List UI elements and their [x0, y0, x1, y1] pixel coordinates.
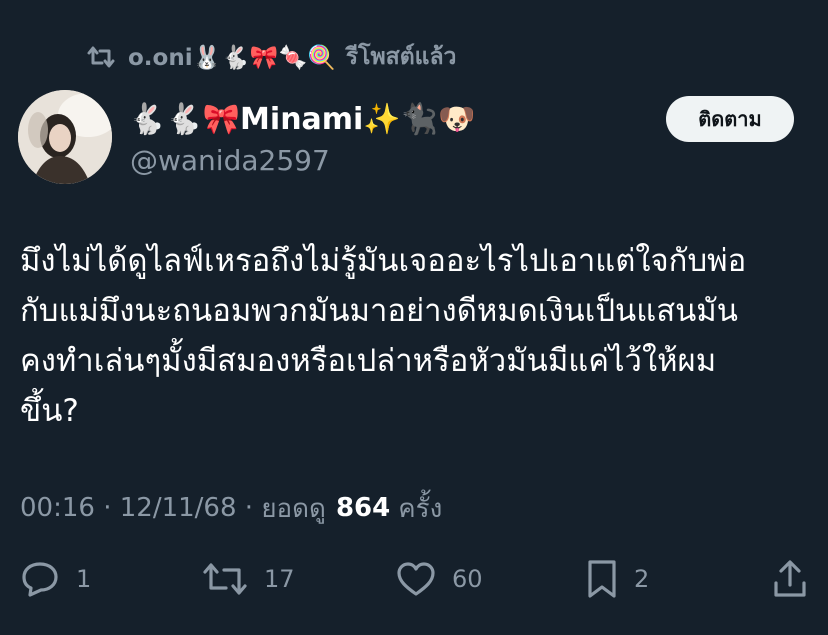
views-label: ยอดดู [261, 493, 326, 524]
meta-separator: · [236, 493, 262, 523]
like-button[interactable]: 60 [396, 556, 483, 602]
meta-separator: · [94, 493, 120, 523]
display-name[interactable]: 🐇🐇🎀Minami✨🐈‍⬛🐶 [128, 98, 475, 140]
tweet-meta: 00:16 · 12/11/68 · ยอดดู 864 ครั้ง [20, 486, 442, 530]
share-button[interactable] [772, 556, 808, 602]
share-icon [774, 560, 806, 597]
user-handle[interactable]: @wanida2597 [130, 144, 330, 177]
avatar[interactable] [18, 90, 112, 184]
reply-button[interactable]: 1 [20, 556, 91, 602]
tweet-line: กับแม่มึงนะถนอมพวกมันมาอย่างดีหมดเงินเป็… [20, 293, 738, 329]
repost-icon [86, 44, 116, 70]
bookmark-icon [588, 560, 616, 598]
reply-icon [22, 562, 58, 597]
bookmark-count: 2 [634, 565, 650, 593]
like-count: 60 [452, 565, 483, 593]
views-unit: ครั้ง [398, 493, 443, 524]
tweet-line: ขึ้น? [20, 393, 79, 429]
follow-button[interactable]: ติดตาม [666, 96, 794, 142]
avatar-photo [18, 90, 112, 184]
repost-label: รีโพสต์แล้ว [345, 44, 457, 70]
tweet-text: มึงไม่ได้ดูไลฟ์เหรอถึงไม่รู้มันเจออะไรไป… [20, 236, 820, 436]
tweet-line: มึงไม่ได้ดูไลฟ์เหรอถึงไม่รู้มันเจออะไรไป… [20, 243, 747, 279]
repost-header[interactable]: o.oni🐰🐇🎀🍬🍭 รีโพสต์แล้ว [86, 40, 456, 74]
tweet-line: คงทำเล่นๆมั้งมีสมองหรือเปล่าหรือหัวมันมี… [20, 343, 717, 379]
action-bar: 1 17 60 2 [0, 556, 828, 602]
repost-user[interactable]: o.oni🐰🐇🎀🍬🍭 [128, 44, 336, 71]
divider [0, 548, 828, 549]
reply-count: 1 [76, 565, 92, 593]
repost-count: 17 [264, 565, 295, 593]
repost-button[interactable]: 17 [202, 556, 295, 602]
tweet-time[interactable]: 00:16 [20, 493, 95, 523]
tweet-date[interactable]: 12/11/68 [120, 493, 237, 523]
repost-icon [203, 563, 247, 595]
bookmark-button[interactable]: 2 [586, 556, 649, 602]
views-count[interactable]: 864 [336, 493, 390, 523]
heart-icon [397, 562, 435, 596]
